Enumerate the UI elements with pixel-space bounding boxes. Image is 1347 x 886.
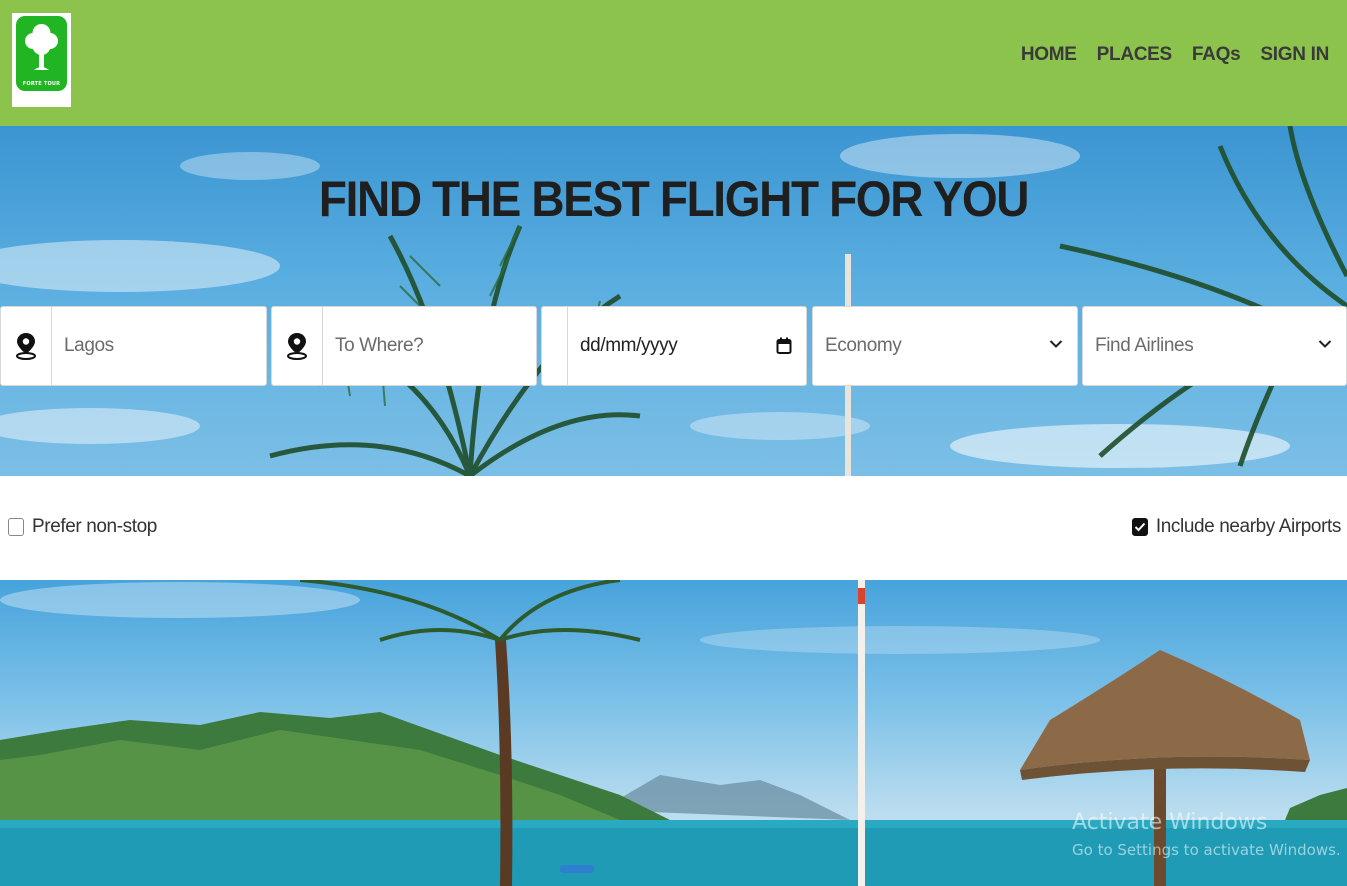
logo[interactable]: FORTE TOUR	[12, 13, 71, 107]
nearby-airports-label: Include nearby Airports	[1155, 516, 1342, 537]
flight-search-bar: Lagos To Where? dd/mm/yyyy Economy Find …	[0, 306, 1347, 386]
prefer-nonstop-option[interactable]: Prefer non-stop	[8, 516, 157, 538]
cabin-class-value: Economy	[825, 335, 902, 356]
calendar-icon[interactable]	[776, 337, 792, 355]
chevron-down-icon	[1318, 340, 1332, 348]
date-input[interactable]: dd/mm/yyyy	[580, 335, 678, 357]
hero-section: FIND THE BEST FLIGHT FOR YOU Lagos To Wh…	[0, 126, 1347, 476]
date-divider	[542, 307, 568, 385]
chevron-down-icon	[1049, 340, 1063, 348]
from-field[interactable]: Lagos	[0, 306, 267, 386]
main-nav: HOME PLACES FAQs SIGN IN	[1021, 44, 1329, 66]
site-header: FORTE TOUR HOME PLACES FAQs SIGN IN	[0, 0, 1347, 126]
nearby-airports-option[interactable]: Include nearby Airports	[1131, 516, 1342, 538]
windows-activation-watermark: Activate Windows Go to Settings to activ…	[1072, 810, 1341, 859]
nav-home-link[interactable]: HOME	[1021, 44, 1077, 66]
location-pin-icon	[1, 307, 52, 385]
to-field[interactable]: To Where?	[271, 306, 537, 386]
nav-places-link[interactable]: PLACES	[1097, 44, 1173, 66]
page-title: FIND THE BEST FLIGHT FOR YOU	[318, 171, 1030, 227]
checkmark-icon	[1134, 522, 1146, 532]
tree-logo-icon: FORTE TOUR	[16, 16, 67, 91]
nav-sign-in-link[interactable]: SIGN IN	[1260, 44, 1329, 66]
date-field[interactable]: dd/mm/yyyy	[541, 306, 807, 386]
prefer-nonstop-checkbox[interactable]	[8, 518, 24, 536]
prefer-nonstop-label: Prefer non-stop	[32, 516, 157, 537]
search-options: Prefer non-stop Include nearby Airports	[0, 476, 1347, 580]
from-input[interactable]: Lagos	[64, 335, 114, 357]
nearby-airports-checkbox[interactable]	[1131, 518, 1148, 536]
logo-text: FORTE TOUR	[22, 81, 61, 87]
airlines-value: Find Airlines	[1095, 335, 1194, 356]
cabin-class-select[interactable]: Economy	[812, 306, 1078, 386]
watermark-subtitle: Go to Settings to activate Windows.	[1072, 841, 1341, 859]
to-input[interactable]: To Where?	[335, 335, 424, 357]
nav-faqs-link[interactable]: FAQs	[1192, 44, 1241, 66]
airlines-select[interactable]: Find Airlines	[1082, 306, 1347, 386]
location-pin-icon	[272, 307, 323, 385]
watermark-title: Activate Windows	[1072, 810, 1268, 835]
